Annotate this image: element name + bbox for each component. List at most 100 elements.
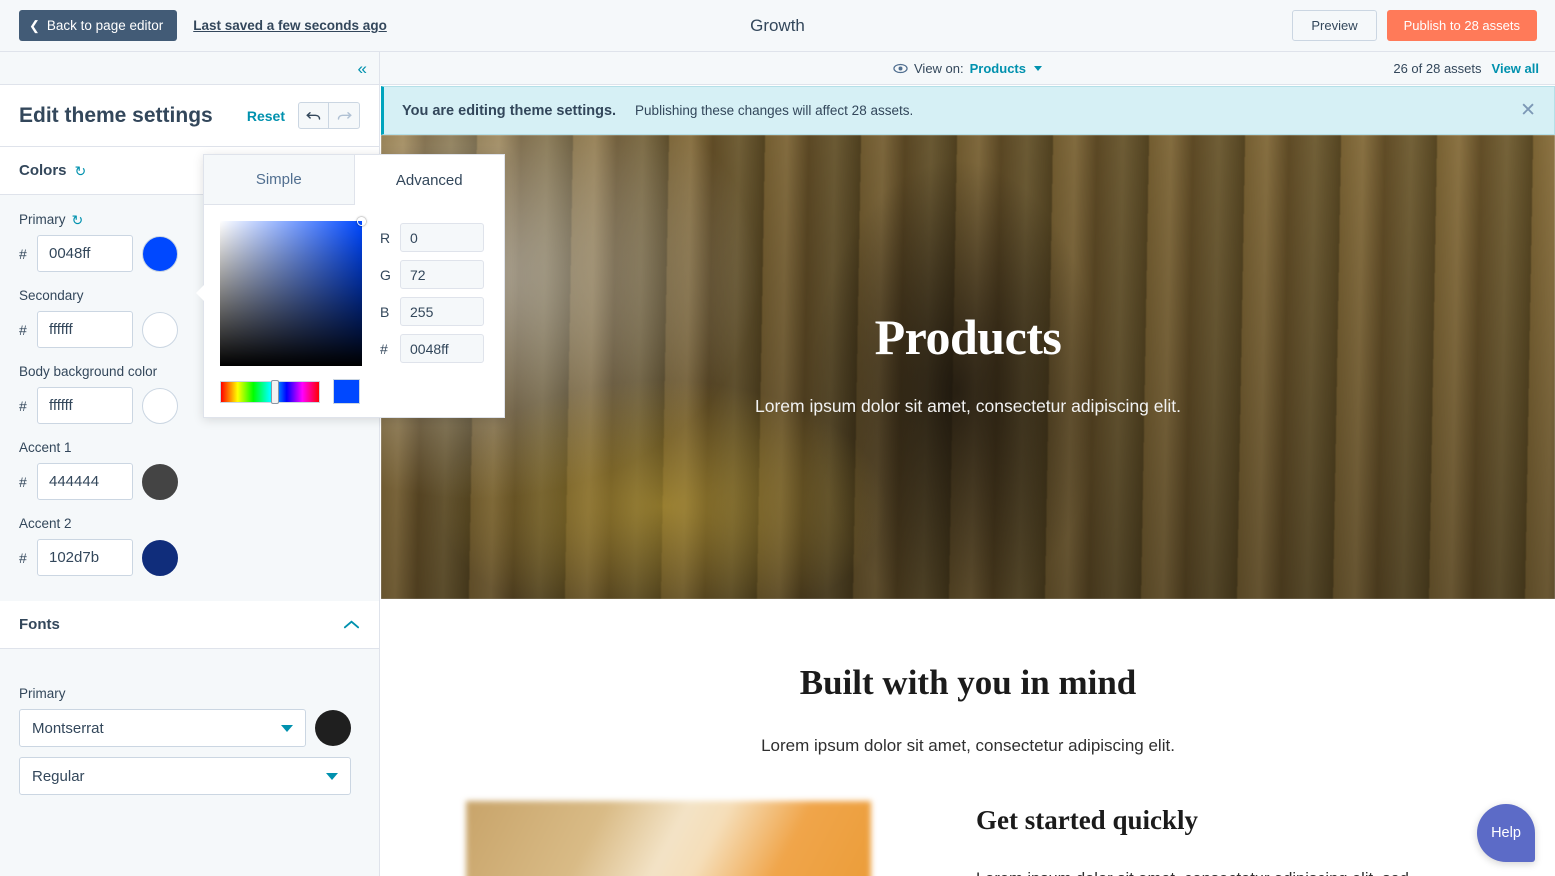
primary-color-swatch[interactable] [142, 236, 178, 272]
publish-button[interactable]: Publish to 28 assets [1387, 10, 1537, 41]
view-on-label: View on: [914, 61, 964, 76]
last-saved-link[interactable]: Last saved a few seconds ago [193, 18, 387, 33]
banner-message: Publishing these changes will affect 28 … [635, 103, 913, 118]
primary-color-label: Primary [19, 212, 66, 227]
accent-1-label: Accent 1 [19, 440, 360, 455]
chevron-down-icon [281, 725, 293, 732]
page-preview: Products Lorem ipsum dolor sit amet, con… [381, 135, 1555, 876]
eye-icon [893, 61, 908, 76]
accent-2-color-swatch[interactable] [142, 540, 178, 576]
hero-subtitle: Lorem ipsum dolor sit amet, consectetur … [755, 396, 1181, 417]
secondary-hex-input[interactable] [37, 311, 133, 348]
intro-title: Built with you in mind [381, 663, 1555, 703]
blurred-warm-photo [466, 801, 871, 876]
redo-arrow-icon[interactable] [329, 102, 360, 129]
tab-simple[interactable]: Simple [204, 155, 355, 205]
red-label: R [380, 230, 390, 246]
saturation-handle[interactable] [357, 217, 366, 226]
chevron-left-icon: ❮ [29, 19, 40, 32]
color-picker-inputs: R G B # [380, 221, 484, 404]
saturation-value-area[interactable] [220, 221, 362, 366]
color-field-accent-2: Accent 2 # [19, 516, 360, 576]
chevron-down-icon [326, 773, 338, 780]
hero-section: Products Lorem ipsum dolor sit amet, con… [381, 135, 1555, 599]
primary-hex-input[interactable] [37, 235, 133, 272]
fonts-fields-group: Primary Montserrat Regular [0, 669, 379, 795]
back-to-page-editor-button[interactable]: ❮ Back to page editor [19, 10, 177, 41]
feature-body: Lorem ipsum dolor sit amet, consectetur … [976, 867, 1409, 876]
back-button-label: Back to page editor [47, 18, 163, 33]
sidebar-title: Edit theme settings [19, 104, 213, 128]
hash-symbol: # [19, 474, 28, 490]
feature-text: Get started quickly Lorem ipsum dolor si… [976, 801, 1409, 876]
accent-2-hex-input[interactable] [37, 539, 133, 576]
color-picker-tabs: Simple Advanced [204, 155, 504, 205]
font-color-swatch[interactable] [315, 710, 351, 746]
accent-2-label: Accent 2 [19, 516, 360, 531]
hash-symbol: # [19, 246, 28, 262]
preview-button[interactable]: Preview [1292, 10, 1376, 41]
green-input[interactable] [400, 260, 484, 289]
hex-label: # [380, 341, 390, 357]
hue-slider-handle[interactable] [271, 380, 279, 404]
chevrons-left-icon[interactable]: « [358, 60, 367, 77]
hex-input[interactable] [400, 334, 484, 363]
color-field-row: # [19, 539, 360, 576]
chevron-up-icon[interactable] [343, 618, 360, 632]
top-bar-actions: Preview Publish to 28 assets [1292, 10, 1537, 41]
intro-subtitle: Lorem ipsum dolor sit amet, consectetur … [381, 736, 1555, 756]
red-channel-row: R [380, 223, 484, 252]
font-family-row: Montserrat [19, 709, 360, 747]
color-picker-body: R G B # [204, 205, 504, 420]
reset-button[interactable]: Reset [247, 108, 285, 124]
feature-title: Get started quickly [976, 805, 1409, 836]
hero-title: Products [755, 308, 1181, 366]
sidebar-collapse-bar: « [0, 52, 380, 85]
color-picker-gradient-group [220, 221, 362, 404]
blue-label: B [380, 304, 390, 320]
fonts-section-header[interactable]: Fonts [0, 601, 379, 649]
chevron-down-icon[interactable] [1034, 66, 1042, 71]
hash-symbol: # [19, 550, 28, 566]
undo-redo-group [298, 102, 360, 129]
secondary-color-swatch[interactable] [142, 312, 178, 348]
refresh-icon[interactable]: ↻ [72, 213, 84, 227]
help-button[interactable]: Help [1477, 804, 1535, 862]
hex-channel-row: # [380, 334, 484, 363]
undo-arrow-icon[interactable] [298, 102, 329, 129]
hue-slider[interactable] [220, 381, 320, 403]
accent-1-hex-input[interactable] [37, 463, 133, 500]
font-weight-row: Regular [19, 757, 360, 795]
accent-1-color-swatch[interactable] [142, 464, 178, 500]
font-family-select[interactable]: Montserrat [19, 709, 306, 747]
green-label: G [380, 267, 390, 283]
sidebar-header: Edit theme settings Reset [0, 85, 379, 147]
color-field-row: # [19, 463, 360, 500]
view-on-bar: View on: Products 26 of 28 assets View a… [380, 52, 1555, 85]
body-background-color-swatch[interactable] [142, 388, 178, 424]
sidebar-header-actions: Reset [247, 102, 360, 129]
intro-section: Built with you in mind Lorem ipsum dolor… [381, 599, 1555, 756]
red-input[interactable] [400, 223, 484, 252]
refresh-icon[interactable]: ↻ [75, 164, 87, 178]
hue-slider-row [220, 379, 362, 404]
font-weight-select[interactable]: Regular [19, 757, 351, 795]
close-icon[interactable]: ✕ [1520, 101, 1536, 120]
view-on-dropdown[interactable]: Products [970, 61, 1026, 76]
fonts-section-title: Fonts [19, 616, 60, 633]
color-field-accent-1: Accent 1 # [19, 440, 360, 500]
blue-input[interactable] [400, 297, 484, 326]
top-bar: ❮ Back to page editor Last saved a few s… [0, 0, 1555, 52]
view-on-group: View on: Products [380, 61, 1555, 76]
hash-symbol: # [19, 398, 28, 414]
popover-arrow [196, 284, 205, 302]
colors-section-title: Colors [19, 162, 67, 179]
hash-symbol: # [19, 322, 28, 338]
feature-section: Get started quickly Lorem ipsum dolor si… [381, 801, 1555, 876]
tab-advanced[interactable]: Advanced [355, 155, 505, 205]
font-family-value: Montserrat [32, 720, 104, 737]
blue-channel-row: B [380, 297, 484, 326]
font-weight-value: Regular [32, 768, 85, 785]
hero-content: Products Lorem ipsum dolor sit amet, con… [755, 308, 1181, 427]
body-background-hex-input[interactable] [37, 387, 133, 424]
